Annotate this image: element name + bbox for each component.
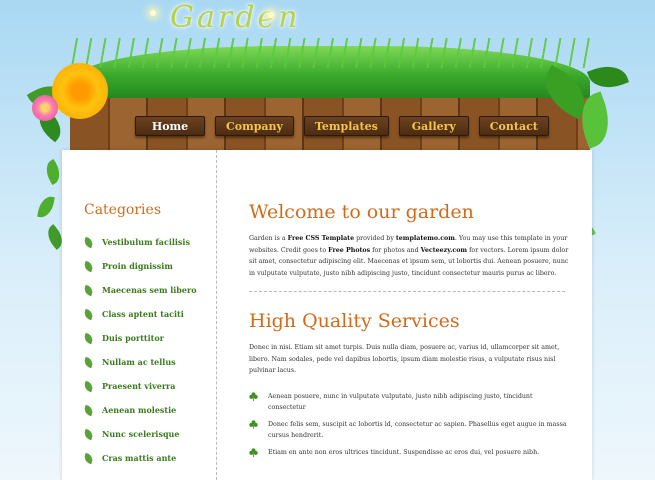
category-item[interactable]: Nullam ac tellus xyxy=(82,350,216,374)
vecteezy-link[interactable]: Vecteezy.com xyxy=(421,247,467,254)
list-item: Aenean posuere, nunc in vulputate vulput… xyxy=(249,391,569,414)
sparkle-decoration xyxy=(268,12,274,18)
leaf-icon xyxy=(82,452,95,464)
services-paragraph: Donec in nisi. Etiam sit amet turpis. Du… xyxy=(249,344,560,374)
header-banner: Home Company Templates Gallery Contact xyxy=(40,38,615,153)
category-item[interactable]: Class aptent taciti xyxy=(82,302,216,326)
category-label: Duis porttitor xyxy=(102,333,164,343)
sidebar: Categories Vestibulum facilisis Proin di… xyxy=(62,150,217,480)
category-item[interactable]: Proin dignissim xyxy=(82,254,216,278)
vine-decoration xyxy=(37,194,55,220)
main-content: Welcome to our garden Garden is a Free C… xyxy=(249,150,569,463)
leaf-icon xyxy=(82,284,95,296)
templatemo-link[interactable]: templatemo.com xyxy=(396,235,455,242)
site-title: Garden xyxy=(170,0,301,35)
leaf-icon xyxy=(82,356,95,368)
clover-icon xyxy=(249,419,258,429)
category-label: Class aptent taciti xyxy=(102,309,184,319)
main-navigation: Home Company Templates Gallery Contact xyxy=(135,116,549,136)
category-item[interactable]: Vestibulum facilisis xyxy=(82,230,216,254)
free-photos-link[interactable]: Free Photos xyxy=(328,247,370,254)
category-label: Nullam ac tellus xyxy=(102,357,176,367)
category-label: Proin dignissim xyxy=(102,261,173,271)
category-label: Nunc scelerisque xyxy=(102,429,180,439)
list-item: Etiam en ante non eros ultrices tincidun… xyxy=(249,447,569,459)
clover-icon xyxy=(249,391,258,401)
leaf-icon xyxy=(82,260,95,272)
clover-icon xyxy=(249,447,258,457)
flower-decoration xyxy=(26,55,120,145)
leaf-icon xyxy=(82,308,95,320)
template-link[interactable]: Free CSS Template xyxy=(288,235,354,242)
leaf-icon xyxy=(82,332,95,344)
nav-company[interactable]: Company xyxy=(215,116,294,136)
leaf-icon xyxy=(82,236,95,248)
category-item[interactable]: Cras mattis ante xyxy=(82,446,216,470)
category-item[interactable]: Duis porttitor xyxy=(82,326,216,350)
leaf-icon xyxy=(82,380,95,392)
category-item[interactable]: Aenean molestie xyxy=(82,398,216,422)
category-label: Vestibulum facilisis xyxy=(102,237,190,247)
welcome-paragraph: Garden is a Free CSS Template provided b… xyxy=(249,235,569,277)
content-card: Categories Vestibulum facilisis Proin di… xyxy=(62,150,592,480)
category-label: Maecenas sem libero xyxy=(102,285,197,295)
category-item[interactable]: Nunc scelerisque xyxy=(82,422,216,446)
list-item-text: Etiam en ante non eros ultrices tincidun… xyxy=(268,448,540,456)
category-label: Cras mattis ante xyxy=(102,453,177,463)
nav-gallery[interactable]: Gallery xyxy=(398,116,469,136)
nav-home[interactable]: Home xyxy=(135,116,205,136)
category-item[interactable]: Maecenas sem libero xyxy=(82,278,216,302)
services-heading: High Quality Services xyxy=(249,310,460,332)
list-item-text: Aenean posuere, nunc in vulputate vulput… xyxy=(268,392,533,412)
category-item[interactable]: Praesent viverra xyxy=(82,374,216,398)
categories-heading: Categories xyxy=(84,202,161,218)
grass-blades-decoration xyxy=(70,38,590,68)
category-label: Praesent viverra xyxy=(102,381,176,391)
list-item: Donec felis sem, suscipit ac lobortis id… xyxy=(249,419,569,442)
category-label: Aenean molestie xyxy=(102,405,177,415)
section-divider xyxy=(249,291,565,292)
leaf-icon xyxy=(82,428,95,440)
list-item-text: Donec felis sem, suscipit ac lobortis id… xyxy=(268,420,567,440)
welcome-heading: Welcome to our garden xyxy=(249,201,474,223)
sparkle-decoration xyxy=(150,10,156,16)
leaf-icon xyxy=(82,404,95,416)
services-list: Aenean posuere, nunc in vulputate vulput… xyxy=(249,391,569,459)
nav-templates[interactable]: Templates xyxy=(303,116,389,136)
